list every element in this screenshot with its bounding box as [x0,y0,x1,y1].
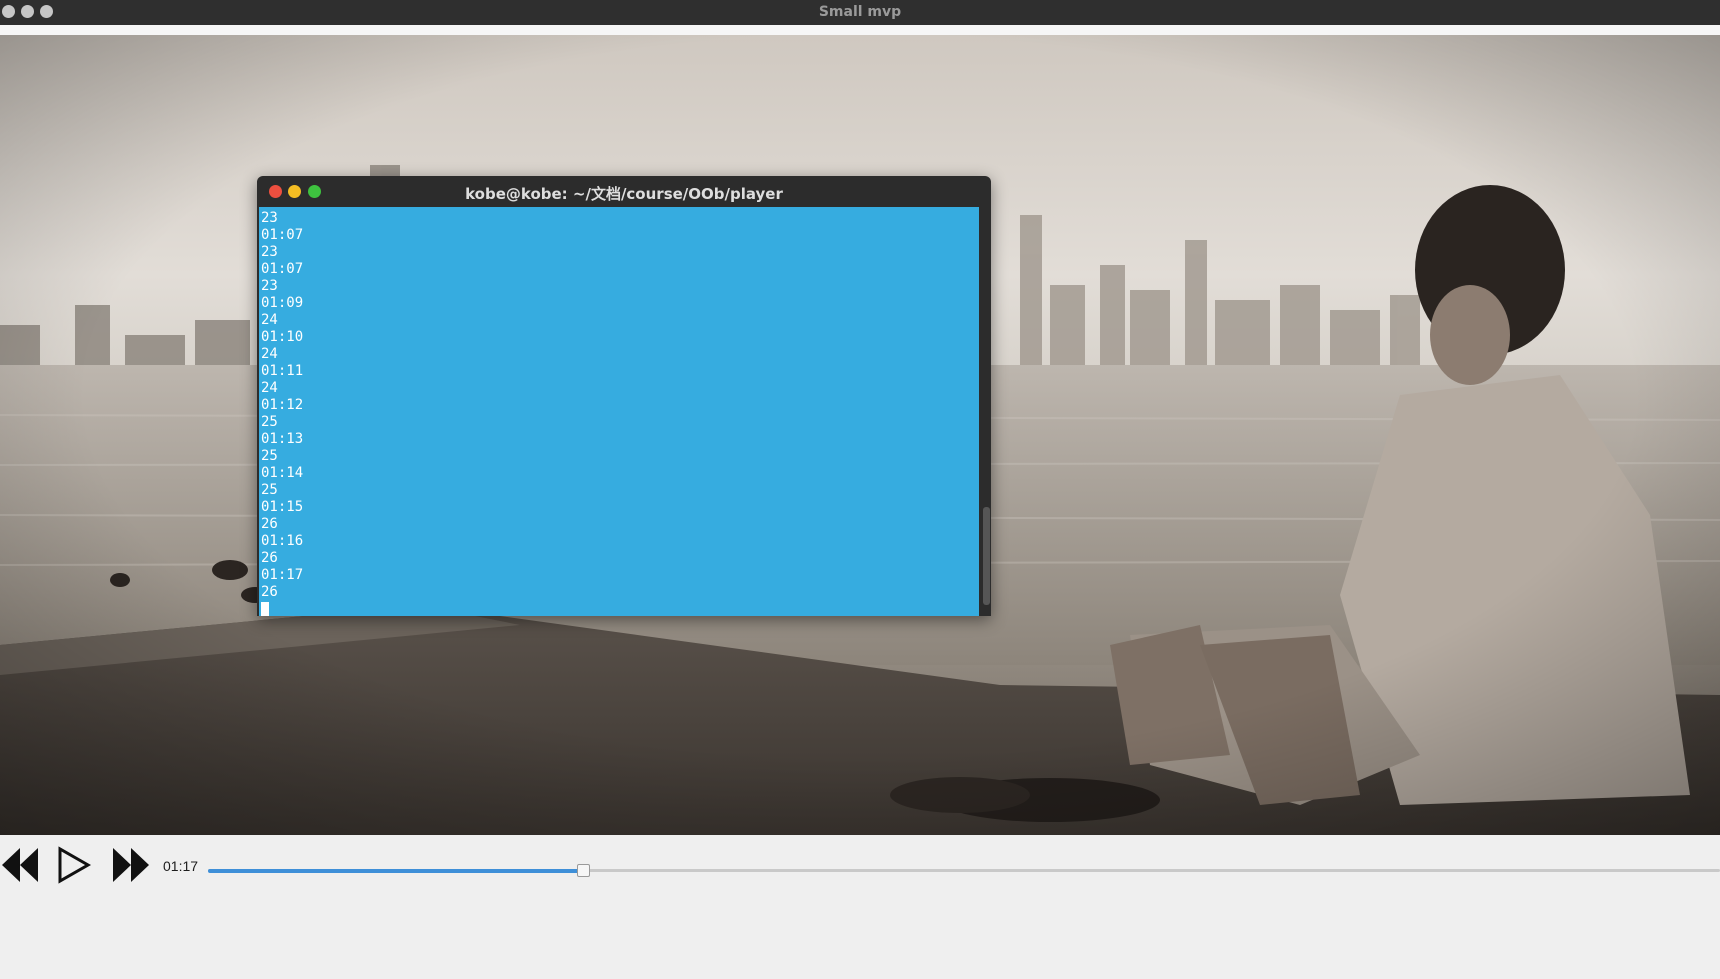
terminal-line: 24 [261,312,278,328]
terminal-line: 01:12 [261,397,304,413]
playback-controls: 01:17 [0,835,1720,979]
current-time: 01:17 [163,858,199,874]
fast-forward-button[interactable] [111,845,151,890]
terminal-line: 01:14 [261,465,304,481]
terminal-line: 26 [261,550,278,566]
window-title: Small mvp [818,4,902,20]
terminal-window[interactable]: kobe@kobe: ~/文档/course/OOb/player 23 01:0… [257,176,991,616]
terminal-line: 23 [261,210,278,226]
play-icon [58,846,92,884]
window-titlebar: Small mvp [0,0,1720,25]
terminal-cursor [261,602,269,616]
terminal-line: 25 [261,448,278,464]
terminal-title: kobe@kobe: ~/文档/course/OOb/player [465,185,783,203]
terminal-line: 01:17 [261,567,304,583]
seek-bar[interactable] [208,863,1720,883]
terminal-line: 26 [261,516,278,532]
terminal-line: 24 [261,346,278,362]
media-player-window: Small mvp kobe@kobe: ~/文档/course/OOb/pla… [0,0,1720,979]
terminal-scrollbar[interactable] [981,207,991,616]
terminal-output[interactable]: 23 01:07 23 01:07 23 01:09 24 01:10 24 01:11 24 01:… [259,207,979,616]
terminal-scrollbar-thumb[interactable] [983,507,990,605]
terminal-line: 25 [261,482,278,498]
terminal-line: 26 [261,584,278,600]
rewind-button[interactable] [0,845,40,890]
terminal-line: 23 [261,278,278,294]
terminal-line: 24 [261,380,278,396]
terminal-line: 01:11 [261,363,304,379]
terminal-line: 01:16 [261,533,304,549]
play-button[interactable] [56,845,92,890]
terminal-line: 01:15 [261,499,304,515]
seek-handle[interactable] [576,864,590,877]
rewind-icon [2,848,38,882]
seek-progress [208,869,583,873]
menu-strip [0,25,1720,35]
terminal-line: 01:07 [261,261,304,277]
terminal-line: 01:10 [261,329,304,345]
terminal-lines: 23 01:07 23 01:07 23 01:09 24 01:10 24 01:11 24 01:… [261,210,303,616]
terminal-line: 23 [261,244,278,260]
terminal-line: 25 [261,414,278,430]
terminal-prompt-line [261,601,303,616]
terminal-line: 01:13 [261,431,304,447]
terminal-line: 01:07 [261,227,304,243]
fast-forward-icon [113,848,149,882]
terminal-line: 01:09 [261,295,304,311]
